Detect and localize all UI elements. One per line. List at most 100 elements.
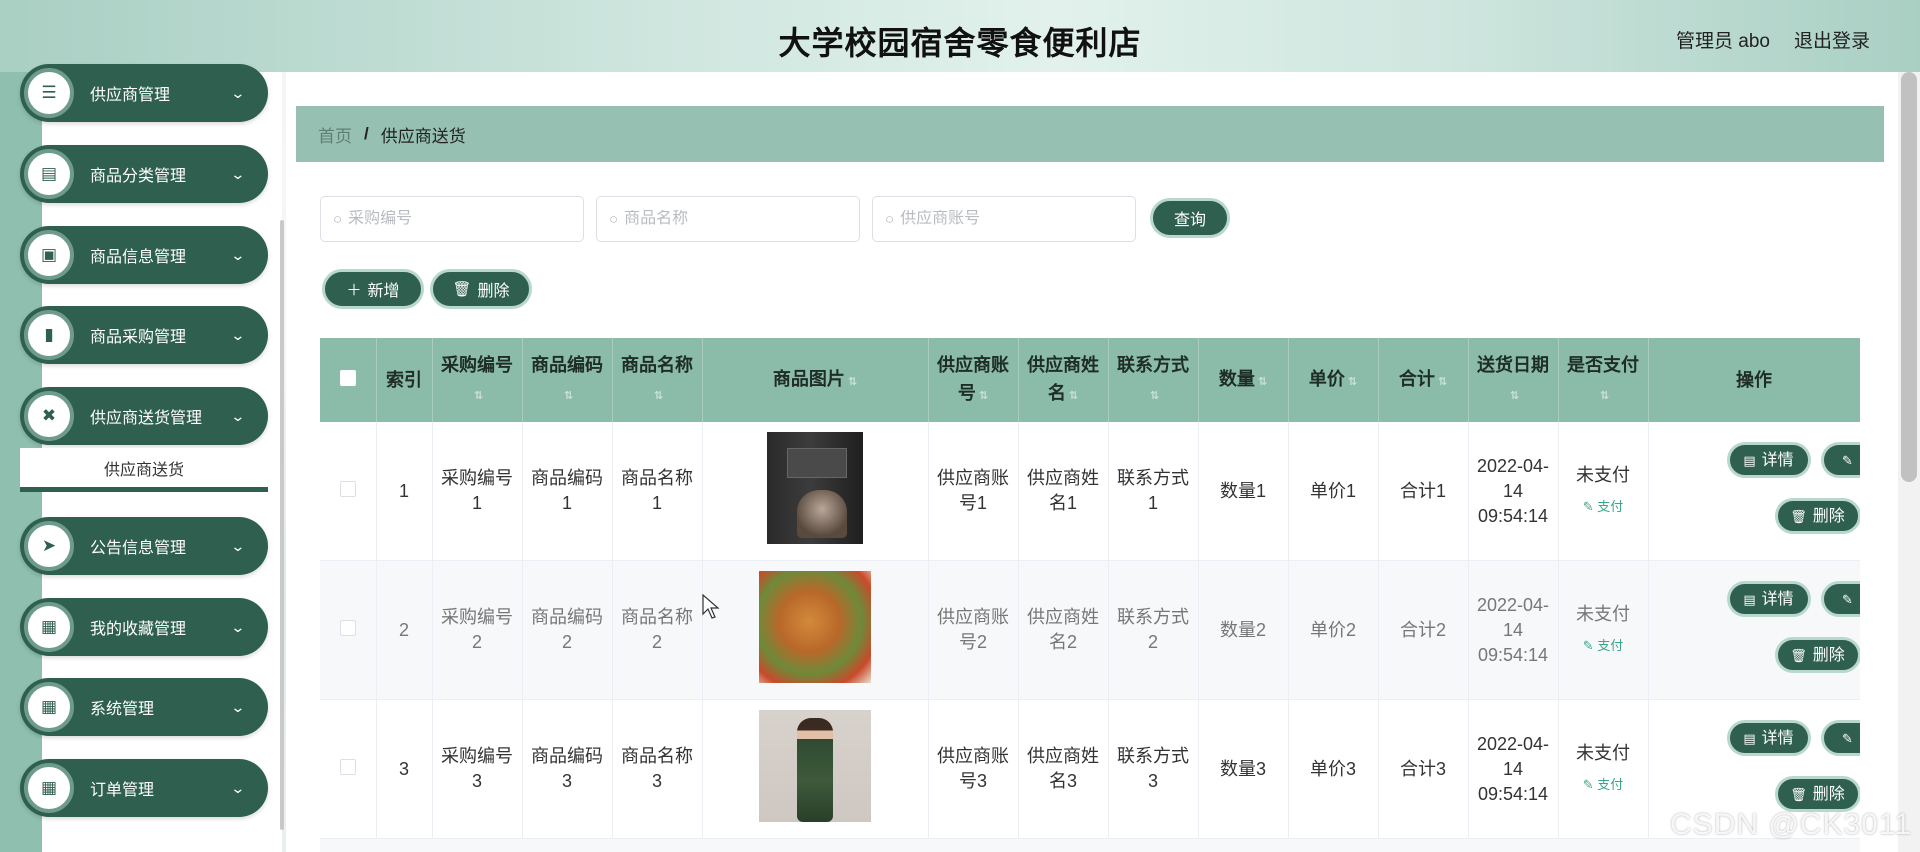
query-button[interactable]: 查询: [1150, 198, 1230, 238]
row-delete-button[interactable]: 🗑 删除: [1774, 776, 1860, 812]
logout-link[interactable]: 退出登录: [1794, 26, 1870, 53]
row-select-cell: [320, 422, 377, 561]
table-header-row: 索引 采购编号⇅ 商品编码⇅ 商品名称⇅ 商品图片 ⇅ 供应商账号 ⇅ 供应商姓名 ⇅…: [320, 338, 1860, 422]
sort-icon[interactable]: ⇅: [1150, 390, 1159, 402]
column-header-supplier-name[interactable]: 供应商姓名 ⇅: [1018, 338, 1109, 422]
cell-product-image: [702, 422, 929, 561]
product-name-search[interactable]: ○: [596, 196, 860, 242]
sidebar-item-purchase[interactable]: ▮ 商品采购管理 ⌄: [20, 306, 268, 364]
cell-delivery-date: 2022-04-14 09:54:14: [1468, 699, 1559, 839]
document-icon: ▤: [1743, 452, 1756, 468]
sort-icon[interactable]: ⇅: [1600, 390, 1609, 402]
sort-icon[interactable]: ⇅: [1510, 390, 1519, 402]
sidebar-item-category[interactable]: ▤ 商品分类管理 ⌄: [20, 145, 268, 203]
pay-link[interactable]: ✎ 支付: [1583, 494, 1624, 519]
row-checkbox[interactable]: [339, 758, 356, 775]
row-checkbox[interactable]: [339, 480, 356, 497]
add-button[interactable]: ＋ 新增: [322, 269, 424, 309]
sidebar-item-delivery[interactable]: ✖ 供应商送货管理 ⌄: [20, 387, 268, 445]
sidebar-scrollbar[interactable]: [280, 220, 284, 830]
paid-status: 未支付: [1576, 604, 1630, 624]
sidebar-item-orders[interactable]: ▦ 订单管理 ⌄: [20, 759, 268, 817]
column-header-paid[interactable]: 是否支付 ⇅: [1558, 338, 1649, 422]
sort-icon[interactable]: ⇅: [1438, 376, 1447, 388]
document-icon: ▤: [1743, 730, 1756, 746]
cell-purchase-no: 采购编号3: [432, 699, 523, 839]
row-delete-button[interactable]: 🗑 删除: [1774, 637, 1860, 673]
cell-paid: 未支付 ✎ 支付: [1558, 422, 1649, 561]
column-header-product-image[interactable]: 商品图片 ⇅: [702, 338, 929, 422]
sort-icon[interactable]: ⇅: [654, 390, 663, 402]
page-scrollbar-thumb[interactable]: [1901, 72, 1917, 482]
header-label: 采购编号: [441, 354, 513, 375]
trash-icon: 🗑: [1790, 508, 1807, 524]
product-image[interactable]: [759, 570, 871, 683]
product-name-input[interactable]: [624, 210, 845, 228]
sidebar-item-system[interactable]: ▦ 系统管理 ⌄: [20, 678, 268, 736]
cell-contact: 联系方式2: [1108, 560, 1199, 700]
detail-button[interactable]: ▤ 详情: [1726, 442, 1811, 478]
sort-icon[interactable]: ⇅: [564, 390, 573, 402]
column-header-supplier-account[interactable]: 供应商账号 ⇅: [928, 338, 1019, 422]
select-all-checkbox[interactable]: [339, 370, 356, 386]
product-image[interactable]: [759, 709, 871, 822]
sort-icon[interactable]: ⇅: [474, 390, 483, 402]
sidebar-item-label: 公告信息管理: [90, 540, 187, 557]
edit-button[interactable]: ✎: [1820, 581, 1860, 617]
column-header-total[interactable]: 合计 ⇅: [1378, 338, 1469, 422]
header-label: 商品名称: [621, 354, 693, 375]
bulk-delete-button-label: 删除: [477, 283, 510, 300]
sidebar-subitem-delivery[interactable]: 供应商送货: [20, 448, 268, 492]
sidebar-item-notice[interactable]: ➤ 公告信息管理 ⌄: [20, 517, 268, 575]
breadcrumb: 首页 / 供应商送货: [296, 106, 1884, 162]
cell-purchase-no: 采购编号1: [432, 422, 523, 561]
column-header-delivery-date[interactable]: 送货日期 ⇅: [1468, 338, 1559, 422]
plus-icon: ＋: [346, 281, 362, 299]
paid-status: 未支付: [1576, 743, 1630, 763]
row-delete-button[interactable]: 🗑 删除: [1774, 498, 1860, 534]
trash-icon: 🗑: [452, 281, 472, 298]
page-scrollbar[interactable]: [1898, 72, 1920, 852]
column-header-unit-price[interactable]: 单价 ⇅: [1288, 338, 1379, 422]
column-header-purchase-no[interactable]: 采购编号 ⇅: [432, 338, 523, 422]
header-label: 合计: [1398, 368, 1435, 389]
sidebar-item-supplier[interactable]: ☰ 供应商管理 ⌄: [20, 64, 268, 122]
pay-link[interactable]: ✎ 支付: [1583, 772, 1624, 797]
edit-icon: ✎: [1842, 591, 1853, 607]
product-image[interactable]: [767, 431, 863, 544]
sidebar-item-favorites[interactable]: ▦ 我的收藏管理 ⌄: [20, 598, 268, 656]
row-select-cell: [320, 699, 377, 839]
breadcrumb-home[interactable]: 首页: [318, 122, 352, 147]
sidebar-item-label: 我的收藏管理: [90, 621, 187, 638]
column-header-product-name[interactable]: 商品名称 ⇅: [612, 338, 703, 422]
cell-unit-price: 单价3: [1288, 699, 1379, 839]
bulk-delete-button[interactable]: 🗑 删除: [430, 269, 532, 309]
detail-button[interactable]: ▤ 详情: [1726, 581, 1811, 617]
app-title: 大学校园宿舍零食便利店: [778, 25, 1142, 61]
sidebar-item-label: 商品分类管理: [90, 168, 187, 185]
breadcrumb-separator: /: [364, 124, 369, 143]
supplier-account-search[interactable]: ○: [872, 196, 1136, 242]
edit-button[interactable]: ✎: [1820, 720, 1860, 756]
cell-index: 1: [376, 422, 433, 561]
sort-icon[interactable]: ⇅: [848, 376, 857, 388]
sort-icon[interactable]: ⇅: [1069, 390, 1078, 402]
edit-button[interactable]: ✎: [1820, 442, 1860, 478]
column-header-product-no[interactable]: 商品编码 ⇅: [522, 338, 613, 422]
purchase-no-search[interactable]: ○: [320, 196, 584, 242]
detail-button[interactable]: ▤ 详情: [1726, 720, 1811, 756]
cell-contact: 联系方式3: [1108, 699, 1199, 839]
sort-icon[interactable]: ⇅: [1258, 376, 1267, 388]
sort-icon[interactable]: ⇅: [979, 390, 988, 402]
sort-icon[interactable]: ⇅: [1348, 376, 1357, 388]
column-header-quantity[interactable]: 数量 ⇅: [1198, 338, 1289, 422]
search-icon: ○: [885, 210, 895, 228]
cell-paid: 未支付 ✎ 支付: [1558, 560, 1649, 700]
column-header-contact[interactable]: 联系方式 ⇅: [1108, 338, 1199, 422]
pay-link[interactable]: ✎ 支付: [1583, 633, 1624, 658]
purchase-no-input[interactable]: [348, 210, 569, 228]
supplier-account-input[interactable]: [900, 210, 1121, 228]
row-checkbox[interactable]: [339, 619, 356, 636]
select-all-cell: [320, 338, 377, 422]
sidebar-item-product-info[interactable]: ▣ 商品信息管理 ⌄: [20, 226, 268, 284]
